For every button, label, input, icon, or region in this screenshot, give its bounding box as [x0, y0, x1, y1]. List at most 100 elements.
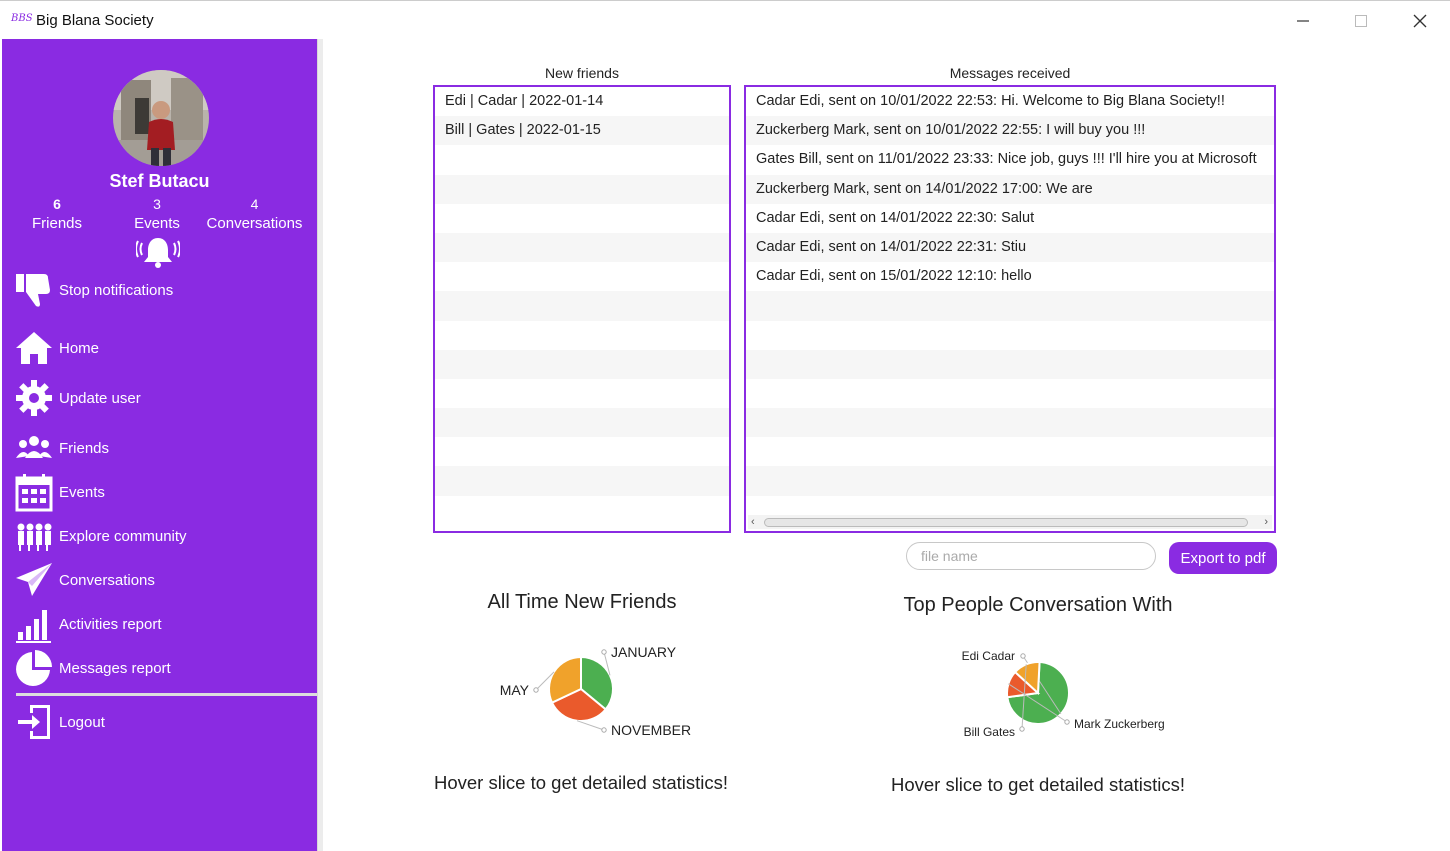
pie-label-dot [601, 727, 607, 733]
notification-bell-icon[interactable] [135, 235, 181, 274]
friends-stat-label: Friends [31, 215, 83, 232]
empty-row [435, 262, 729, 291]
pie-label-dot [1064, 719, 1070, 725]
sidebar-item-messages-report[interactable]: Messages report [14, 648, 304, 688]
sidebar-item-label: Friends [59, 439, 110, 457]
top-people-pie-chart[interactable]: Edi Cadar Mark Zuckerberg Bill Gates [950, 640, 1190, 750]
empty-row [435, 232, 729, 263]
list-item[interactable]: Bill | Gates | 2022-01-15 [435, 116, 729, 146]
maximize-button[interactable] [1332, 1, 1390, 40]
pie-label-dot [1019, 726, 1025, 732]
maximize-icon [1355, 14, 1367, 27]
calendar-icon [14, 472, 54, 512]
sidebar-item-label: Activities report [59, 615, 162, 633]
empty-row [435, 379, 729, 408]
sidebar-item-events[interactable]: Events [14, 472, 304, 512]
message-item[interactable]: Gates Bill, sent on 11/01/2022 23:33: Ni… [746, 145, 1274, 174]
empty-row [435, 496, 729, 525]
pie-label: Mark Zuckerberg [1074, 717, 1165, 731]
friends-stat: 6 Friends [22, 194, 92, 234]
thumbs-down-icon [14, 270, 54, 310]
chart-title-top-people: Top People Conversation With [903, 594, 1173, 616]
people-icon [14, 428, 54, 468]
friends-count: 6 [53, 196, 61, 212]
export-pdf-button[interactable]: Export to pdf [1169, 542, 1277, 574]
new-friends-pie-chart[interactable]: JANUARY NOVEMBER MAY [480, 630, 720, 760]
scrollbar-thumb[interactable] [764, 518, 1248, 527]
scroll-right-icon[interactable]: › [1264, 515, 1268, 529]
user-name: Stef Butacu [109, 171, 210, 191]
empty-row [435, 466, 729, 496]
pie-label-line [576, 720, 605, 731]
empty-row [746, 291, 1274, 321]
hover-hint-new-friends: Hover slice to get detailed statistics! [433, 772, 729, 793]
sidebar-item-label: Logout [59, 713, 105, 731]
empty-row [435, 321, 729, 350]
messages-list[interactable]: Cadar Edi, sent on 10/01/2022 22:53: Hi.… [744, 85, 1276, 533]
events-count: 3 [153, 196, 161, 212]
conversations-stat: 4 Conversations [202, 194, 307, 234]
empty-row [435, 408, 729, 438]
paper-plane-icon [14, 560, 54, 600]
pie-label: Edi Cadar [962, 649, 1015, 663]
sidebar-border [317, 39, 323, 851]
sidebar-item-label: Messages report [59, 659, 171, 677]
sidebar-item-label: Conversations [59, 571, 155, 589]
sidebar-item-conversations[interactable]: Conversations [14, 560, 304, 600]
close-button[interactable] [1391, 1, 1449, 40]
empty-row [746, 379, 1274, 408]
messages-title: Messages received [949, 65, 1071, 81]
new-friends-rows: Edi | Cadar | 2022-01-14 Bill | Gates | … [435, 87, 729, 525]
new-friends-list[interactable]: Edi | Cadar | 2022-01-14 Bill | Gates | … [433, 85, 731, 533]
minimize-button[interactable] [1274, 1, 1332, 40]
horizontal-scrollbar[interactable]: ‹ › [748, 515, 1272, 529]
empty-row [746, 437, 1274, 466]
sidebar-item-activities-report[interactable]: Activities report [14, 604, 304, 644]
window-title: Big Blana Society [36, 12, 154, 29]
file-name-input[interactable] [906, 542, 1156, 570]
close-icon [1413, 14, 1427, 27]
pie-label: MAY [500, 682, 530, 698]
message-item[interactable]: Cadar Edi, sent on 15/01/2022 12:10: hel… [746, 262, 1274, 291]
title-bar: BBS Big Blana Society [0, 0, 1450, 39]
conversations-count: 4 [250, 196, 259, 212]
empty-row [435, 291, 729, 321]
sidebar-item-label: Stop notifications [59, 281, 174, 299]
chart-title-new-friends: All Time New Friends [487, 591, 677, 613]
message-item[interactable]: Zuckerberg Mark, sent on 10/01/2022 22:5… [746, 116, 1274, 146]
logout-icon [14, 702, 54, 742]
events-stat: 3 Events [122, 194, 192, 234]
sidebar-item-label: Update user [59, 389, 141, 407]
empty-row [746, 349, 1274, 379]
scroll-left-icon[interactable]: ‹ [751, 515, 755, 529]
message-item[interactable]: Zuckerberg Mark, sent on 14/01/2022 17:0… [746, 174, 1274, 204]
sidebar-item-stop-notifications[interactable]: Stop notifications [14, 270, 304, 310]
bar-chart-icon [14, 604, 54, 644]
sidebar-item-explore-community[interactable]: Explore community [14, 516, 304, 556]
events-stat-label: Events [134, 215, 180, 232]
sidebar-item-label: Home [59, 339, 100, 357]
message-item[interactable]: Cadar Edi, sent on 14/01/2022 22:31: Sti… [746, 232, 1274, 263]
app-logo: BBS [11, 13, 33, 24]
sidebar: Stef Butacu 6 Friends 3 Events 4 Convers… [2, 39, 317, 851]
sidebar-item-friends[interactable]: Friends [14, 428, 304, 468]
sidebar-item-label: Events [59, 483, 105, 501]
message-item[interactable]: Cadar Edi, sent on 14/01/2022 22:30: Sal… [746, 204, 1274, 233]
hover-hint-top-people: Hover slice to get detailed statistics! [890, 774, 1186, 795]
sidebar-item-label: Explore community [59, 527, 187, 545]
sidebar-divider [16, 693, 317, 696]
gear-icon [14, 378, 54, 418]
sidebar-item-update-user[interactable]: Update user [14, 378, 304, 418]
home-icon [14, 328, 54, 368]
pie-label-dot [533, 687, 539, 693]
empty-row [435, 204, 729, 233]
conversations-stat-label: Conversations [206, 215, 303, 232]
empty-row [435, 174, 729, 204]
message-item[interactable]: Cadar Edi, sent on 10/01/2022 22:53: Hi.… [746, 87, 1274, 116]
avatar[interactable] [113, 70, 209, 166]
sidebar-item-home[interactable]: Home [14, 328, 304, 368]
pie-label: NOVEMBER [611, 722, 691, 738]
empty-row [435, 349, 729, 379]
sidebar-item-logout[interactable]: Logout [14, 702, 304, 742]
list-item[interactable]: Edi | Cadar | 2022-01-14 [435, 87, 729, 116]
